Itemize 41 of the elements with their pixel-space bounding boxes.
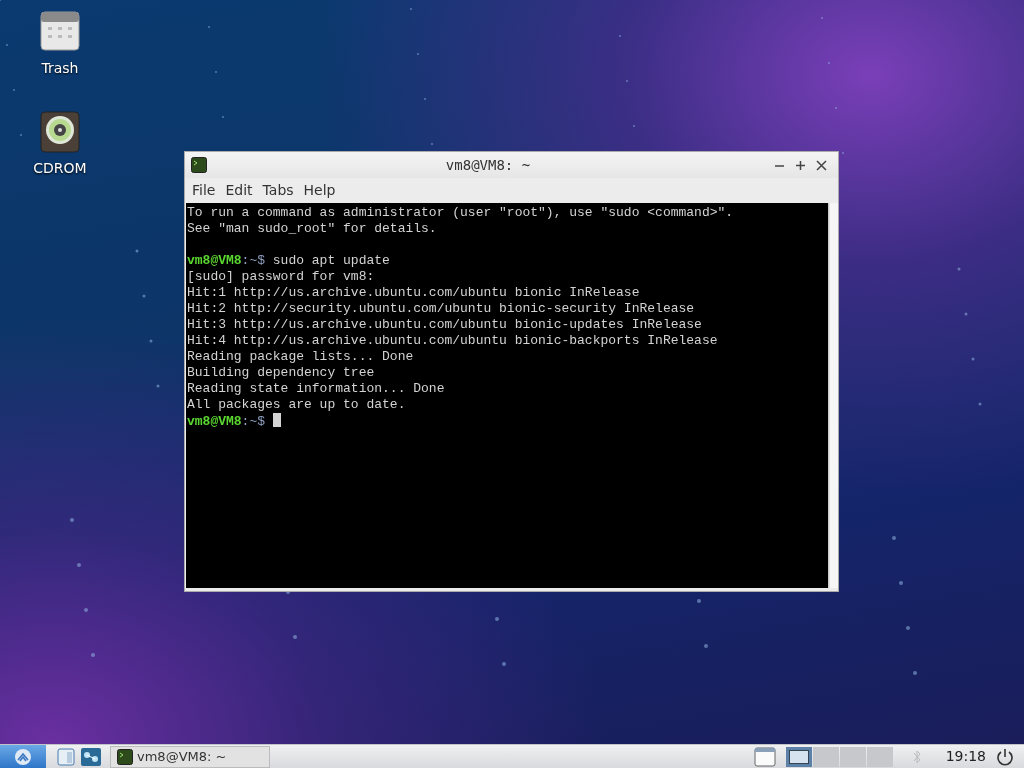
terminal-line: Building dependency tree [187,365,376,381]
terminal-icon [117,748,133,765]
icon-label: CDROM [33,159,87,178]
bluetooth-icon [911,748,922,765]
window-list-button[interactable] [751,746,778,767]
terminal-line: See "man sudo_root" for details. [187,221,438,237]
icon-label: Trash [41,59,79,78]
command-text: sudo apt update [271,253,390,268]
prompt-path: :~$ [241,253,265,268]
terminal-line: Reading state information... Done [187,381,446,397]
menu-item[interactable]: Edit [220,179,258,201]
terminal-line: To run a command as administrator (user "root"), use "sudo <command>". [187,205,735,221]
file-manager-button[interactable] [78,746,104,767]
prompt-path: :~$ [241,414,265,429]
terminal-line: All packages are up to date. [187,397,407,413]
menu-item[interactable]: Help [298,179,341,201]
window-title: vm8@VM8: ~ [444,155,532,175]
network-icon [80,746,102,767]
clock: 19:18 [944,747,987,766]
window-icon [56,746,76,767]
terminal-line: Hit:2 http://security.ubuntu.com/ubuntu bionic-security InRelease [187,301,696,317]
taskbar-task[interactable]: vm8@VM8: ~ [110,745,270,768]
terminal-line: Hit:1 http://us.archive.ubuntu.com/ubuntu bionic InRelease [187,285,641,301]
window-icon [753,746,776,767]
prompt-user: vm8@VM8 [187,253,242,268]
terminal-line: [sudo] password for vm8: [187,269,376,285]
terminal-line: Hit:3 http://us.archive.ubuntu.com/ubuntu bionic-updates InRelease [187,317,703,333]
close-icon [816,159,827,171]
terminal-line: Reading package lists... Done [187,349,415,365]
workspace-button[interactable] [785,746,812,767]
menu-item[interactable]: File [187,179,221,201]
terminal-line: Hit:4 http://us.archive.ubuntu.com/ubuntu bionic-backports InRelease [187,333,719,349]
trash-icon[interactable] [39,10,81,54]
maximize-icon [795,159,806,171]
start-button[interactable] [0,744,46,768]
power-icon [996,747,1014,766]
prompt-user: vm8@VM8 [187,414,242,429]
terminal-icon [191,157,207,173]
menu-icon [14,747,32,766]
menu-item[interactable]: Tabs [257,179,299,201]
power-button[interactable] [994,747,1016,766]
